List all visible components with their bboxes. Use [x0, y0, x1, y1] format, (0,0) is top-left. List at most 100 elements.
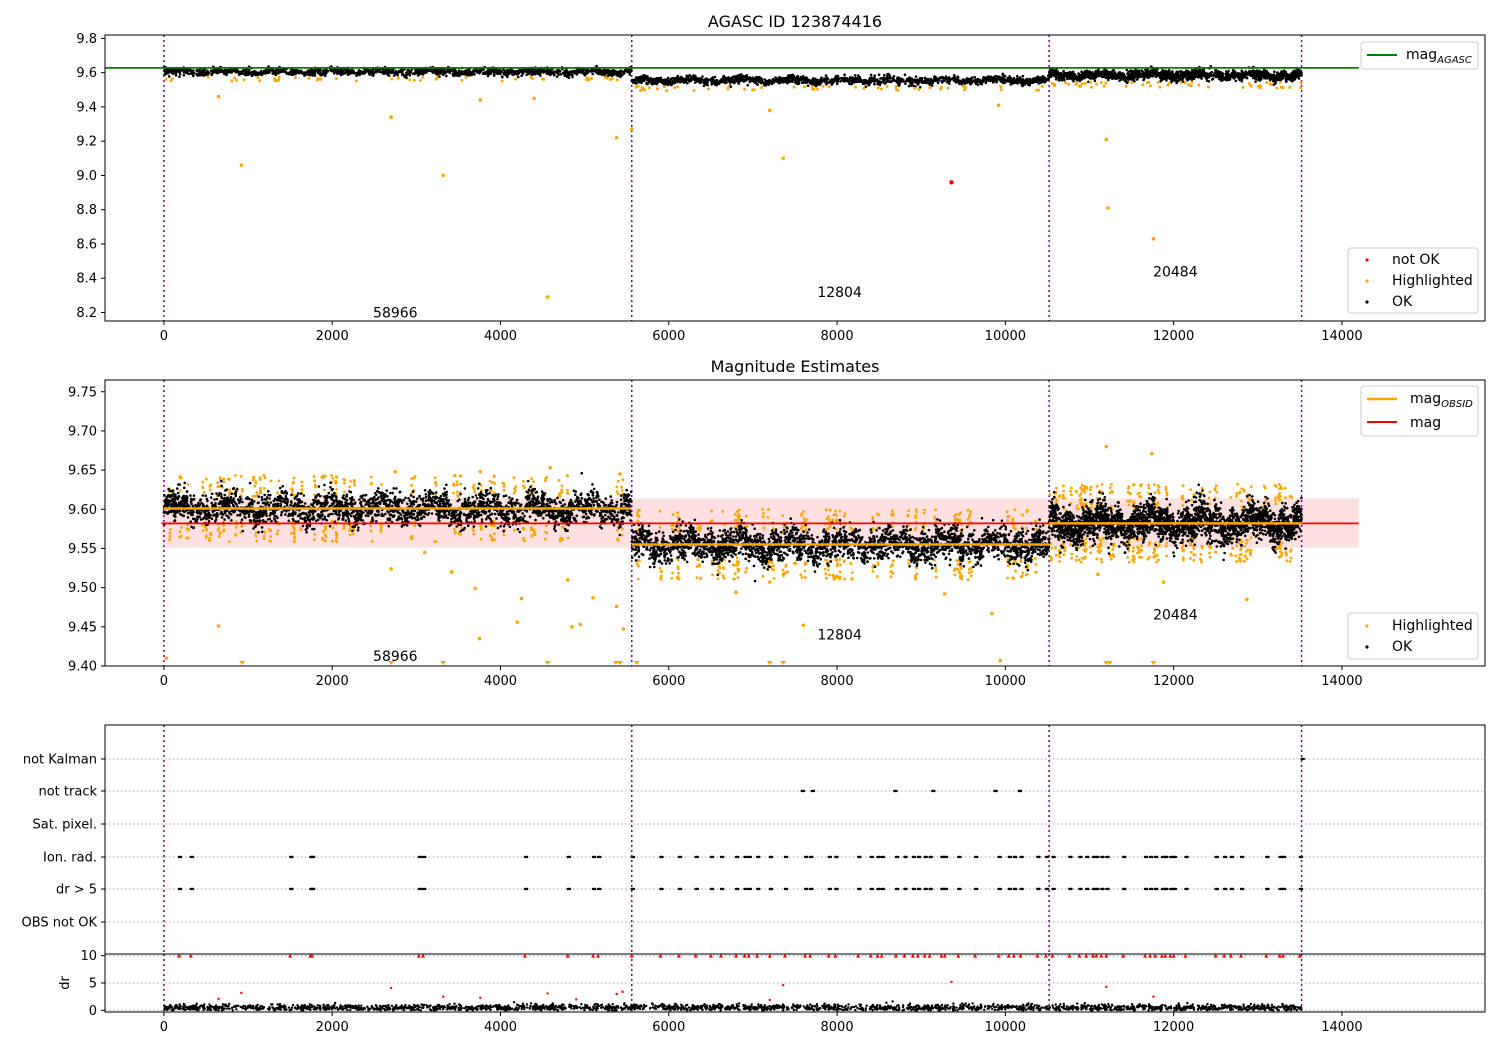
ok-point: [984, 81, 988, 84]
ok-point: [1125, 68, 1129, 72]
y-tick-label: 9.55: [68, 542, 97, 557]
ok-point: [236, 69, 240, 73]
ok-point: [1024, 78, 1027, 82]
highlighted-point: [206, 75, 210, 79]
ok-point: [999, 80, 1003, 83]
ok-point: [1169, 75, 1172, 78]
highlighted-point: [323, 475, 327, 478]
highlighted-point: [1037, 88, 1040, 92]
ok-point: [1161, 77, 1164, 80]
highlighted-point: [277, 75, 281, 79]
ok-point: [182, 73, 186, 77]
ok-point: [239, 70, 242, 74]
ok-point: [694, 75, 697, 78]
highlighted-point: [493, 532, 496, 536]
ok-point: [313, 71, 316, 75]
ok-point: [823, 77, 826, 80]
ok-point: [206, 72, 209, 76]
highlighted-point: [502, 482, 506, 486]
highlighted-point: [275, 532, 279, 536]
ok-point: [520, 74, 523, 78]
ok-point: [1017, 77, 1021, 81]
ok-point: [1010, 80, 1013, 83]
highlighted-point: [330, 519, 334, 523]
ok-point: [323, 69, 327, 73]
ok-point: [1000, 77, 1003, 80]
ok-point: [995, 79, 998, 83]
ok-point: [615, 70, 618, 73]
highlighted-point: [179, 489, 182, 492]
ok-point: [408, 74, 412, 77]
ok-point: [1133, 80, 1136, 83]
highlighted-point: [1148, 84, 1152, 88]
ok-point: [178, 75, 181, 78]
highlighted-point: [502, 533, 506, 537]
ok-point: [1021, 74, 1025, 78]
ok-point: [434, 72, 438, 75]
ok-point: [758, 79, 761, 82]
highlighted-point: [560, 538, 564, 542]
ok-point: [845, 77, 848, 81]
highlighted-point: [472, 529, 476, 533]
legend-mag-agasc-sub: AGASC: [1436, 55, 1472, 66]
highlighted-point: [1207, 85, 1210, 89]
ok-point: [605, 69, 609, 73]
ok-point: [348, 69, 352, 72]
highlighted-point: [1288, 86, 1292, 89]
highlighted-point: [767, 108, 772, 113]
highlighted-point: [1130, 81, 1134, 84]
ok-point: [1181, 77, 1185, 80]
ok-point: [371, 71, 375, 74]
ok-point: [417, 74, 420, 77]
highlighted-point: [369, 475, 373, 479]
highlighted-point: [178, 530, 182, 534]
ok-point: [326, 70, 330, 73]
ok-point: [987, 79, 991, 83]
ok-point: [1210, 78, 1214, 81]
ok-point: [830, 78, 834, 81]
ok-point: [492, 68, 496, 72]
ok-point: [1136, 74, 1139, 77]
highlighted-point: [408, 78, 412, 82]
highlighted-point: [464, 75, 468, 79]
ok-point: [260, 73, 264, 76]
ok-point: [892, 78, 895, 81]
ok-point: [1041, 80, 1044, 84]
ok-point: [539, 68, 543, 72]
ok-point: [612, 68, 615, 72]
ok-point: [453, 72, 457, 76]
highlighted-point: [1088, 80, 1092, 84]
ok-point: [1291, 79, 1294, 83]
ok-point: [512, 69, 515, 73]
highlighted-point: [300, 488, 304, 491]
ok-point: [358, 73, 361, 77]
x-tick-label: 6000: [652, 329, 685, 344]
ok-point: [557, 73, 560, 76]
ok-point: [471, 72, 474, 76]
highlighted-point: [435, 75, 439, 79]
ok-point: [1199, 68, 1202, 72]
highlighted-point: [490, 538, 494, 542]
ok-point: [1254, 80, 1257, 83]
ok-point: [836, 80, 840, 83]
y-tick-label: 9.2: [76, 135, 97, 150]
ok-point: [970, 81, 974, 85]
ok-point: [1027, 83, 1030, 86]
ok-point: [1218, 77, 1221, 81]
highlighted-point: [961, 84, 965, 88]
highlighted-point: [1258, 86, 1262, 90]
highlighted-point: [620, 485, 623, 489]
ok-point: [848, 76, 852, 79]
ok-point: [465, 71, 468, 74]
ok-point: [525, 73, 528, 77]
y-tick-label: 8.6: [76, 237, 97, 252]
ok-point: [517, 75, 520, 79]
highlighted-point: [253, 484, 256, 488]
ok-point: [441, 73, 445, 77]
ok-point: [183, 69, 187, 72]
agasc-legend-top-right: magAGASC: [1360, 41, 1479, 70]
highlighted-point: [1183, 81, 1187, 85]
highlighted-point: [348, 533, 352, 537]
highlighted-point: [293, 527, 296, 531]
ok-point: [656, 78, 660, 82]
